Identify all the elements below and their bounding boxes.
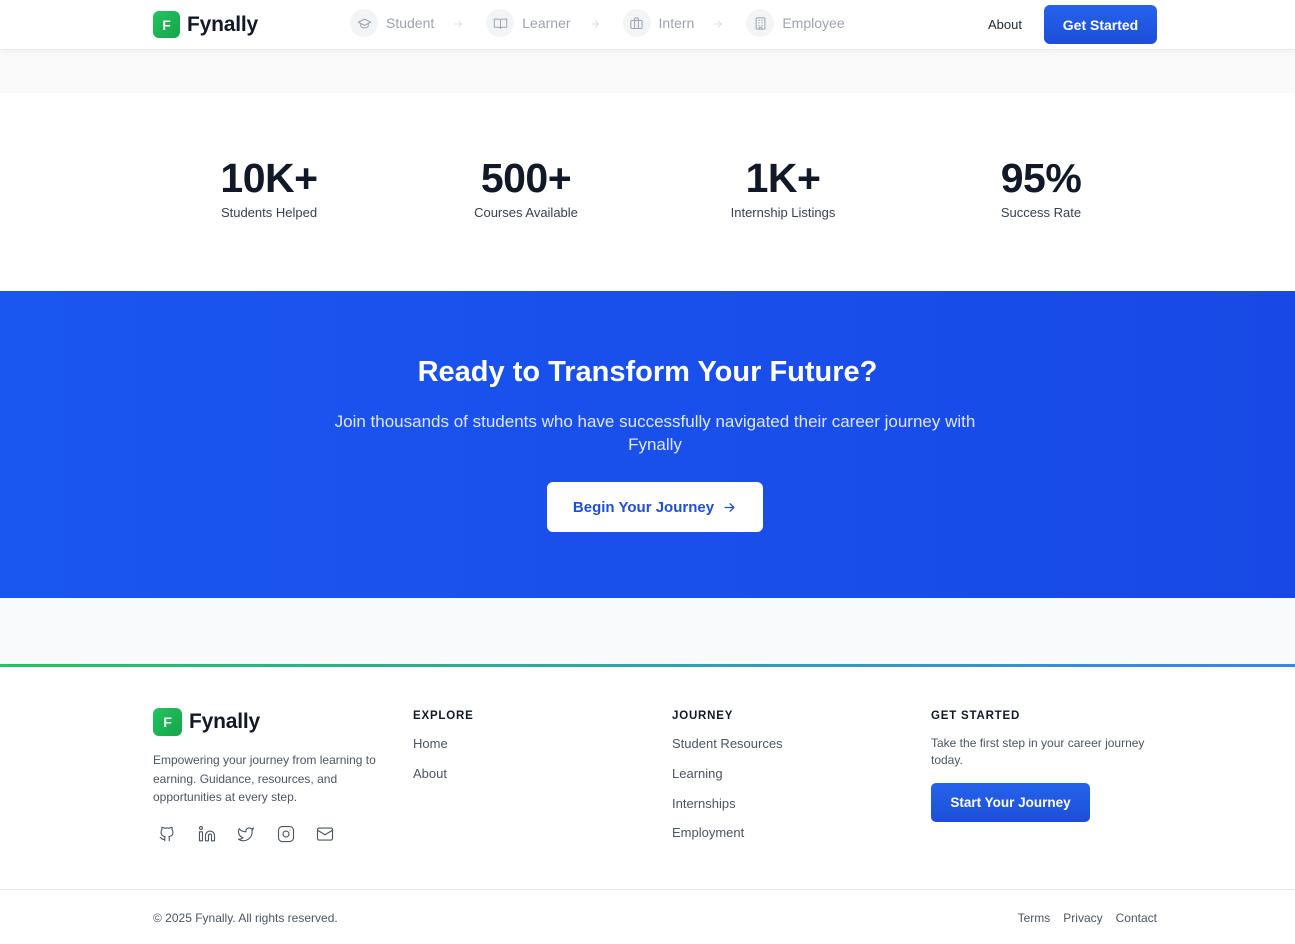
logo-text: Fynally <box>187 12 258 36</box>
footer-divider <box>0 889 1295 890</box>
cta-subtitle: Join thousands of students who have succ… <box>334 412 976 454</box>
twitter-icon[interactable] <box>237 825 255 843</box>
footer-explore-column: EXPLORE Home About <box>413 710 474 783</box>
arrow-right-icon <box>724 502 735 512</box>
step-label: Student <box>386 15 435 31</box>
step-label: Employee <box>782 15 845 31</box>
footer-column-title: JOURNEY <box>672 710 734 722</box>
start-journey-button[interactable]: Start Your Journey <box>931 783 1090 822</box>
stat-courses-available: 500+ Courses Available <box>426 155 626 220</box>
section-spacer <box>0 598 1295 664</box>
step-label: Learner <box>522 15 571 31</box>
footer-link-terms[interactable]: Terms <box>1018 911 1051 925</box>
brand-logo[interactable]: F Fynally <box>153 11 258 38</box>
book-open-icon <box>486 9 515 37</box>
logo-badge: F <box>153 11 180 38</box>
arrow-right-icon <box>712 17 724 29</box>
begin-journey-button[interactable]: Begin Your Journey <box>547 482 763 532</box>
footer-journey-column: JOURNEY Student Resources Learning Inter… <box>672 710 783 842</box>
footer-brand-logo[interactable]: F Fynally <box>153 708 260 736</box>
logo-badge: F <box>153 708 182 736</box>
top-nav: F Fynally Student Learner Intern Employe… <box>0 0 1295 50</box>
copyright: © 2025 Fynally. All rights reserved. <box>153 911 338 925</box>
footer: F Fynally Empowering your journey from l… <box>0 667 1295 944</box>
cta-title: Ready to Transform Your Future? <box>417 356 878 388</box>
footer-link-home[interactable]: Home <box>413 735 474 753</box>
briefcase-icon <box>622 9 651 37</box>
step-intern[interactable]: Intern <box>622 9 695 37</box>
arrow-right-icon <box>452 17 464 29</box>
building-icon <box>746 9 775 37</box>
stat-value: 10K+ <box>220 155 318 201</box>
cta-section: Ready to Transform Your Future? Join tho… <box>0 291 1295 598</box>
stat-value: 500+ <box>480 155 572 201</box>
step-label: Intern <box>658 15 695 31</box>
footer-get-started-text: Take the first step in your career journ… <box>931 736 1145 767</box>
mail-icon[interactable] <box>316 825 334 843</box>
arrow-right-icon <box>589 17 601 29</box>
begin-journey-label: Begin Your Journey <box>572 498 715 516</box>
footer-get-started-column: GET STARTED Take the first step in your … <box>931 710 1161 822</box>
github-icon[interactable] <box>158 825 176 843</box>
stat-label: Courses Available <box>474 205 578 220</box>
section-spacer <box>0 51 1295 93</box>
step-employee[interactable]: Employee <box>746 9 845 37</box>
journey-steps: Student Learner Intern Employee <box>350 9 845 37</box>
stat-label: Success Rate <box>1000 205 1082 220</box>
footer-link-contact[interactable]: Contact <box>1116 911 1157 925</box>
step-learner[interactable]: Learner <box>486 9 571 37</box>
stats-section: 10K+ Students Helped 500+ Courses Availa… <box>0 93 1295 291</box>
footer-bottom-links: Terms Privacy Contact <box>1005 911 1157 925</box>
step-student[interactable]: Student <box>350 9 434 37</box>
stat-label: Internship Listings <box>730 205 836 220</box>
stat-value: 1K+ <box>745 155 821 201</box>
footer-column-title: EXPLORE <box>413 710 474 722</box>
footer-description: Empowering your journey from learning to… <box>153 753 376 804</box>
get-started-button[interactable]: Get Started <box>1044 5 1157 44</box>
linkedin-icon[interactable] <box>198 825 216 843</box>
stat-internship-listings: 1K+ Internship Listings <box>683 155 883 220</box>
stat-success-rate: 95% Success Rate <box>941 155 1141 220</box>
nav-about-link[interactable]: About <box>988 17 1022 32</box>
social-links <box>158 825 356 843</box>
stat-value: 95% <box>1000 155 1082 201</box>
footer-link-about[interactable]: About <box>413 765 474 783</box>
footer-link-privacy[interactable]: Privacy <box>1063 911 1102 925</box>
footer-link-student-resources[interactable]: Student Resources <box>672 735 783 753</box>
instagram-icon[interactable] <box>277 825 295 843</box>
logo-text: Fynally <box>189 710 260 733</box>
graduation-cap-icon <box>350 9 378 37</box>
footer-link-employment[interactable]: Employment <box>672 824 783 842</box>
stat-label: Students Helped <box>220 205 318 220</box>
footer-link-internships[interactable]: Internships <box>672 795 783 813</box>
footer-column-title: GET STARTED <box>931 710 1021 722</box>
stat-students-helped: 10K+ Students Helped <box>169 155 369 220</box>
footer-link-learning[interactable]: Learning <box>672 765 783 783</box>
